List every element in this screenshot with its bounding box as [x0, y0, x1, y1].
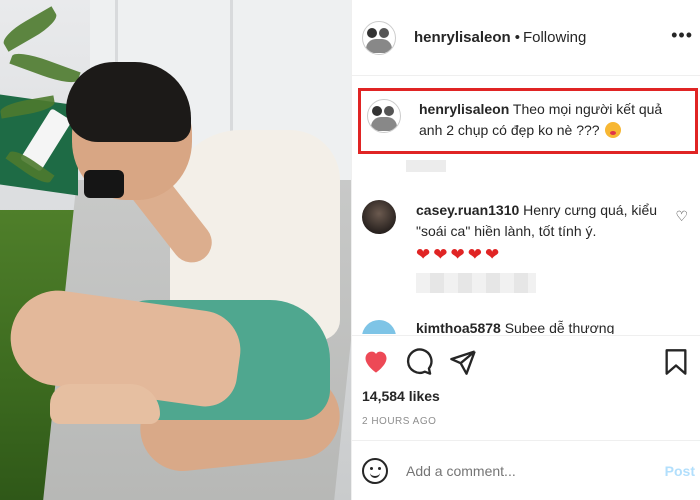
post-header: henrylisaleon • Following ••• [352, 0, 700, 76]
post-photo [0, 0, 351, 500]
follow-status-button[interactable]: Following [523, 29, 586, 46]
more-horizontal-icon[interactable]: ••• [671, 26, 693, 44]
plant-leaf [9, 48, 81, 88]
comment-username[interactable]: casey.ruan1310 [416, 202, 519, 218]
caption-avatar[interactable] [367, 99, 401, 133]
comment-username[interactable]: kimthoa5878 [416, 320, 501, 334]
heart-filled-icon[interactable] [362, 348, 390, 379]
blurred-text [416, 273, 536, 293]
red-hearts-emoji: ❤❤❤❤❤ [416, 245, 503, 264]
likes-count[interactable]: 14,584 likes [362, 388, 440, 404]
caption-username[interactable]: henrylisaleon [419, 101, 509, 117]
commenter-avatar[interactable] [362, 200, 396, 234]
post-timestamp[interactable]: 2 HOURS AGO [362, 416, 436, 427]
comment-body: Subee dễ thương [504, 320, 615, 334]
post-panel: henrylisaleon • Following ••• henrylisal… [351, 0, 700, 500]
header-separator: • [514, 29, 520, 46]
author-avatar[interactable] [362, 20, 396, 55]
comment-item: kimthoa5878 Subee dễ thương [362, 318, 692, 334]
caption-text: henrylisaleon Theo mọi người kết quả anh… [419, 99, 689, 151]
add-comment-bar: Post [352, 440, 700, 500]
plant-leaf [0, 6, 61, 52]
photo-camera [84, 170, 124, 198]
comment-like-heart-icon[interactable]: ♡ [675, 208, 688, 225]
kissing-face-emoji-icon [605, 122, 622, 138]
bookmark-icon[interactable] [663, 348, 689, 381]
action-bar [352, 335, 700, 387]
post-comment-button[interactable]: Post [665, 463, 695, 479]
comment-text: casey.ruan1310 Henry cưng quá, kiểu "soá… [416, 200, 671, 265]
comment-bubble-icon[interactable] [405, 348, 433, 381]
caption-highlight: henrylisaleon Theo mọi người kết quả anh… [358, 88, 698, 154]
photo-foot [50, 384, 160, 424]
emoji-smile-icon[interactable] [362, 457, 388, 484]
paper-plane-icon[interactable] [449, 348, 477, 381]
commenter-avatar[interactable] [362, 320, 396, 334]
comment-input[interactable] [406, 462, 656, 479]
comment-text: kimthoa5878 Subee dễ thương [416, 318, 614, 334]
blurred-text [406, 160, 446, 172]
author-username[interactable]: henrylisaleon [414, 29, 511, 46]
comment-item: casey.ruan1310 Henry cưng quá, kiểu "soá… [362, 200, 692, 265]
